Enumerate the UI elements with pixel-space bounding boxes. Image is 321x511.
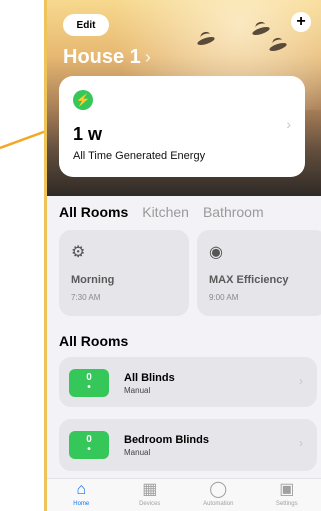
scene-card-max-efficiency[interactable]: ◉ MAX Efficiency 9:00 AM xyxy=(197,230,321,316)
blind-toggle[interactable]: 0 • xyxy=(69,369,109,397)
blind-toggle[interactable]: 0 • xyxy=(69,431,109,459)
blind-mode: Manual xyxy=(124,448,151,457)
settings-icon: ▣ xyxy=(279,481,295,498)
section-title: All Rooms xyxy=(59,333,129,349)
blind-card-bedroom-blinds[interactable]: 0 • Bedroom Blinds Manual › xyxy=(59,419,317,471)
scene-time: 7:30 AM xyxy=(71,293,101,302)
gauge-icon: ◉ xyxy=(209,244,223,261)
blind-name: All Blinds xyxy=(124,372,175,384)
chevron-right-icon: › xyxy=(299,374,303,388)
blind-mode: Manual xyxy=(124,386,151,395)
energy-card[interactable]: ⚡ 1 w All Time Generated Energy › xyxy=(59,76,305,177)
lightning-icon: ⚡ xyxy=(73,90,93,110)
tab-kitchen[interactable]: Kitchen xyxy=(142,204,189,220)
blind-name: Bedroom Blinds xyxy=(124,434,209,446)
tab-automation[interactable]: ◯ Automation xyxy=(193,479,243,507)
chevron-right-icon: › xyxy=(299,436,303,450)
chevron-right-icon: › xyxy=(144,47,151,67)
tab-settings[interactable]: ▣ Settings xyxy=(262,479,312,507)
home-hero-banner: Edit + House 1 › ⚡ 1 w All Time Generate… xyxy=(47,0,321,196)
edit-button[interactable]: Edit xyxy=(63,14,109,36)
tab-label: Devices xyxy=(139,501,161,507)
grid-icon: ▦ xyxy=(142,481,158,498)
scene-time: 9:00 AM xyxy=(209,293,239,302)
tab-bathroom[interactable]: Bathroom xyxy=(203,204,264,220)
home-selector[interactable]: House 1 › xyxy=(63,46,151,69)
tab-devices[interactable]: ▦ Devices xyxy=(125,479,175,507)
energy-value: 1 w xyxy=(73,124,103,144)
room-tabs: All Rooms Kitchen Bathroom xyxy=(59,204,264,220)
tab-home[interactable]: ⌂ Home xyxy=(56,479,106,507)
chevron-right-icon: › xyxy=(286,116,291,132)
house-icon: ⌂ xyxy=(76,481,87,498)
gear-icon: ⚙ xyxy=(71,244,86,261)
tab-label: Home xyxy=(73,501,90,507)
tab-label: Automation xyxy=(203,501,234,507)
app-screen: Edit + House 1 › ⚡ 1 w All Time Generate… xyxy=(44,0,321,511)
scene-name: Morning xyxy=(71,274,115,286)
blind-card-all-blinds[interactable]: 0 • All Blinds Manual › xyxy=(59,357,317,407)
automation-icon: ◯ xyxy=(209,481,228,498)
toggle-dot-icon: • xyxy=(87,382,91,393)
toggle-dot-icon: • xyxy=(87,444,91,455)
bottom-tab-bar: ⌂ Home ▦ Devices ◯ Automation ▣ Settings xyxy=(47,478,321,511)
energy-label: All Time Generated Energy xyxy=(73,150,206,162)
scene-card-morning[interactable]: ⚙ Morning 7:30 AM xyxy=(59,230,189,316)
tab-all-rooms[interactable]: All Rooms xyxy=(59,204,128,220)
home-title: House 1 xyxy=(63,46,141,68)
tab-label: Settings xyxy=(275,501,298,507)
plus-icon[interactable]: + xyxy=(291,12,311,32)
scene-name: MAX Efficiency xyxy=(209,274,289,286)
